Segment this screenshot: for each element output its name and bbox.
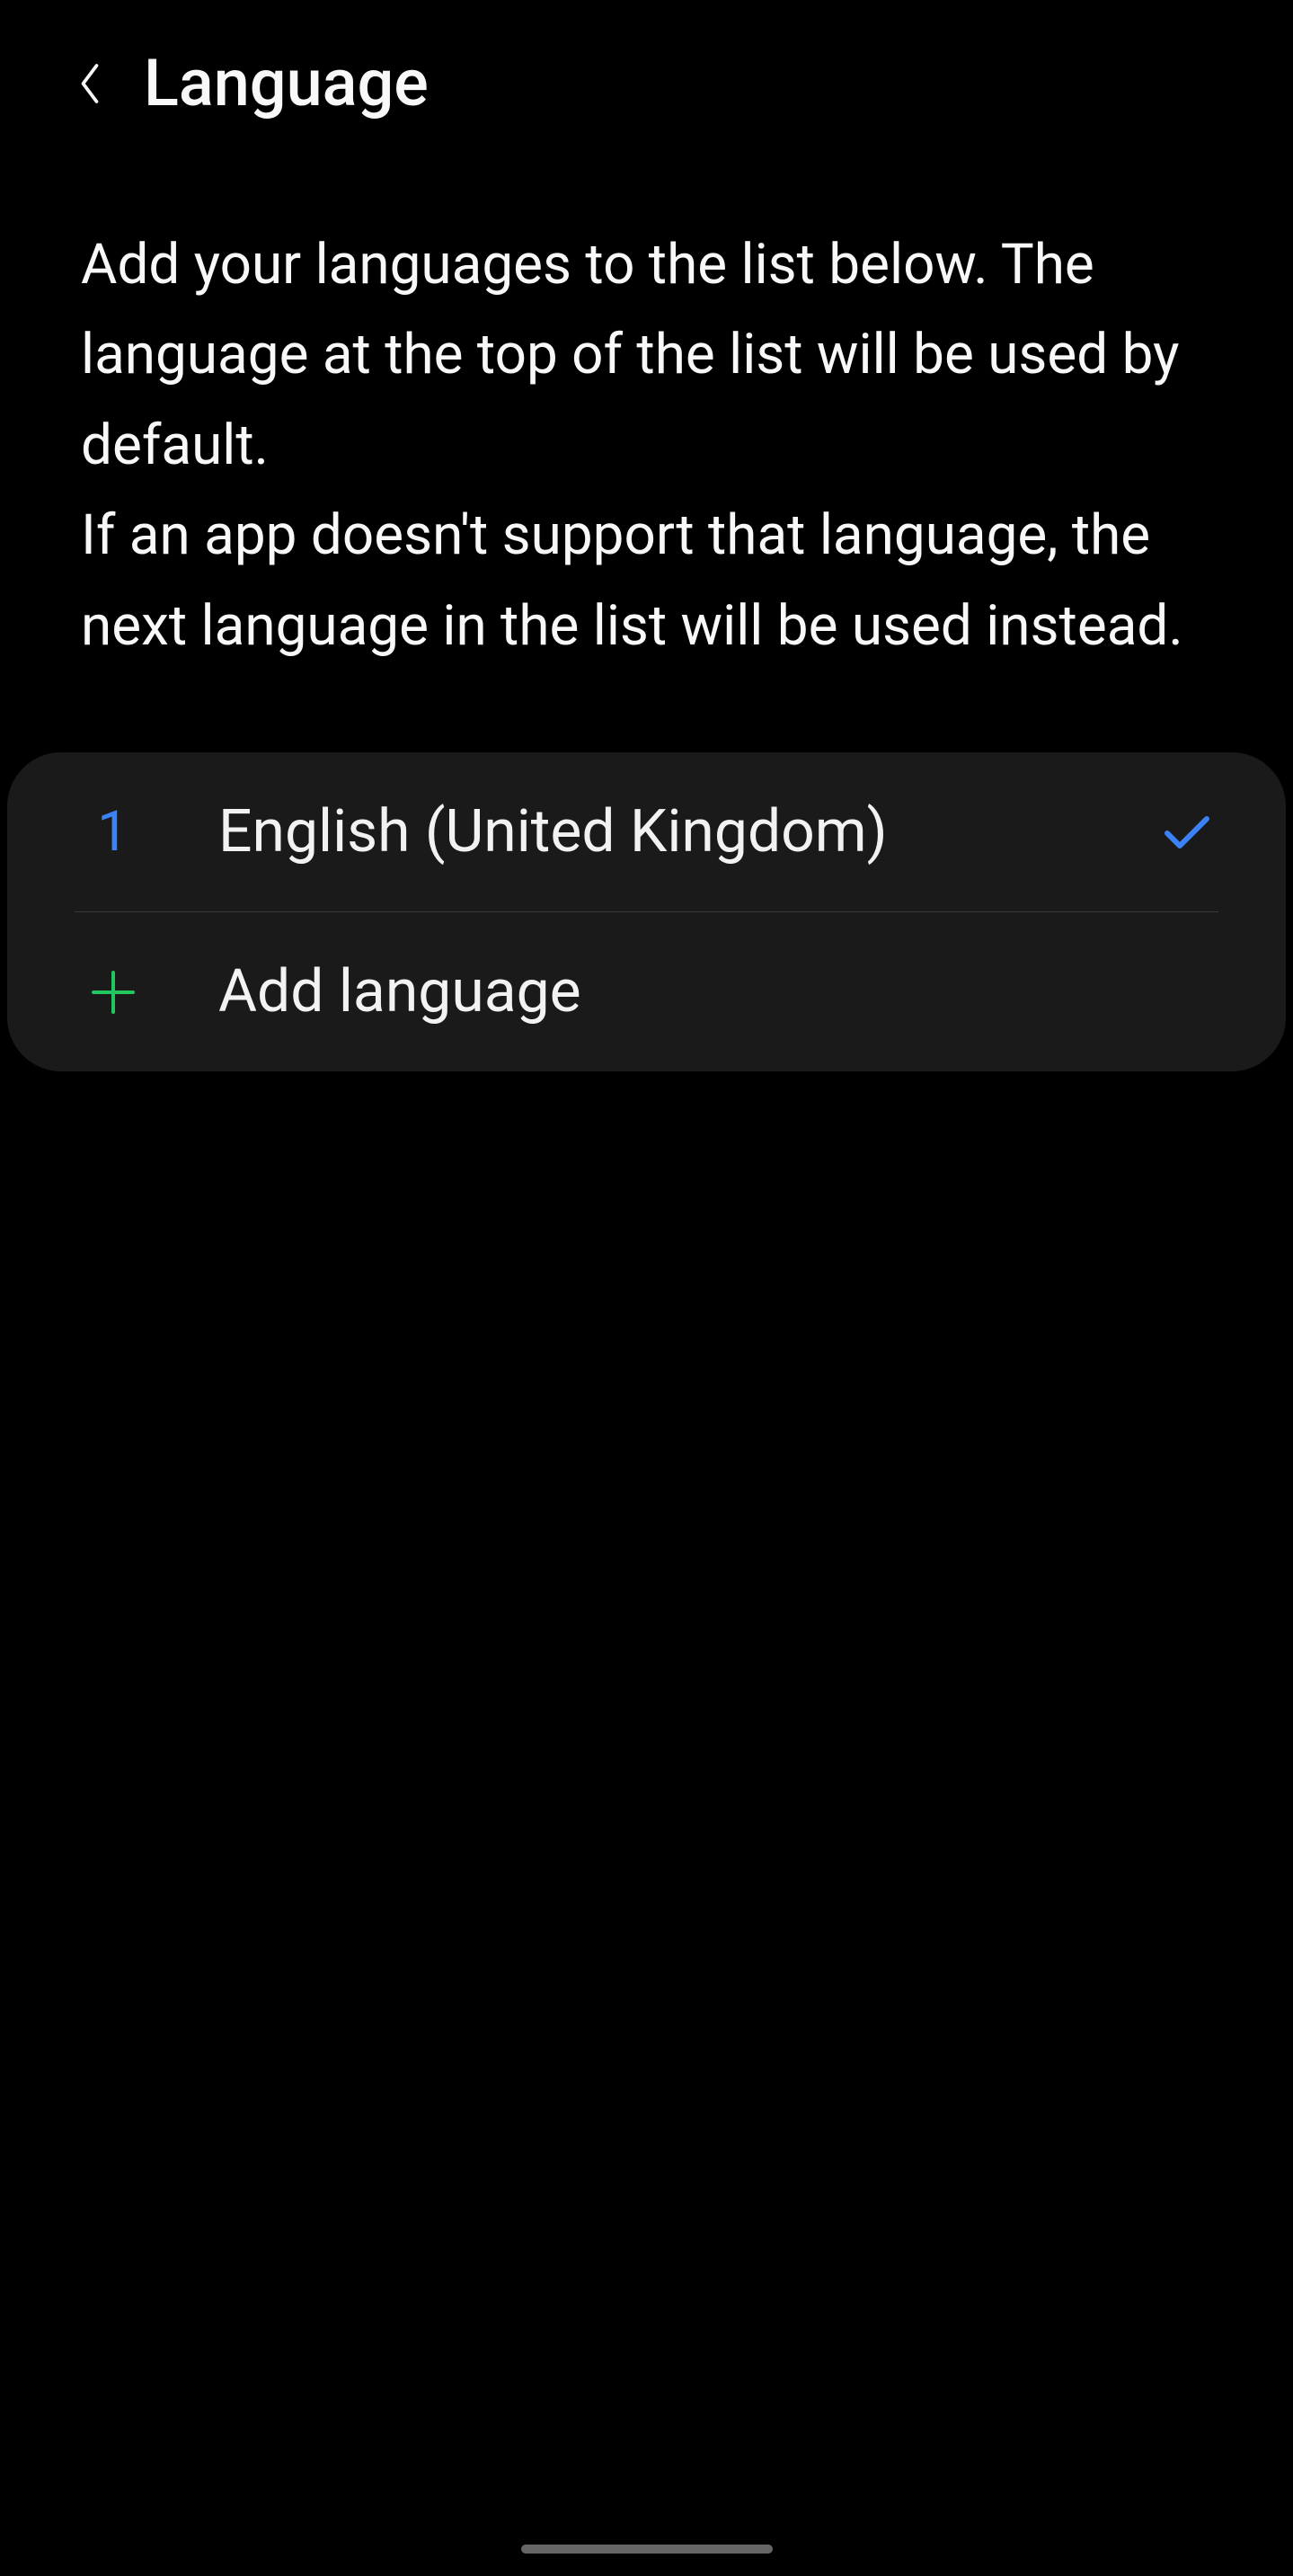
language-name: English (United Kingdom) <box>218 797 1160 866</box>
description-text: Add your languages to the list below. Th… <box>0 157 1293 752</box>
language-list-card: 1 English (United Kingdom) Add language <box>7 752 1286 1071</box>
chevron-left-icon <box>76 61 103 106</box>
home-indicator[interactable] <box>521 2545 773 2554</box>
add-language-button[interactable]: Add language <box>7 912 1286 1071</box>
check-icon <box>1160 805 1214 859</box>
page-title: Language <box>144 45 429 121</box>
back-button[interactable] <box>72 66 108 102</box>
header: Language <box>0 0 1293 157</box>
add-language-label: Add language <box>218 957 581 1026</box>
language-rank: 1 <box>79 799 146 865</box>
plus-icon <box>79 965 146 1019</box>
language-item[interactable]: 1 English (United Kingdom) <box>7 752 1286 911</box>
